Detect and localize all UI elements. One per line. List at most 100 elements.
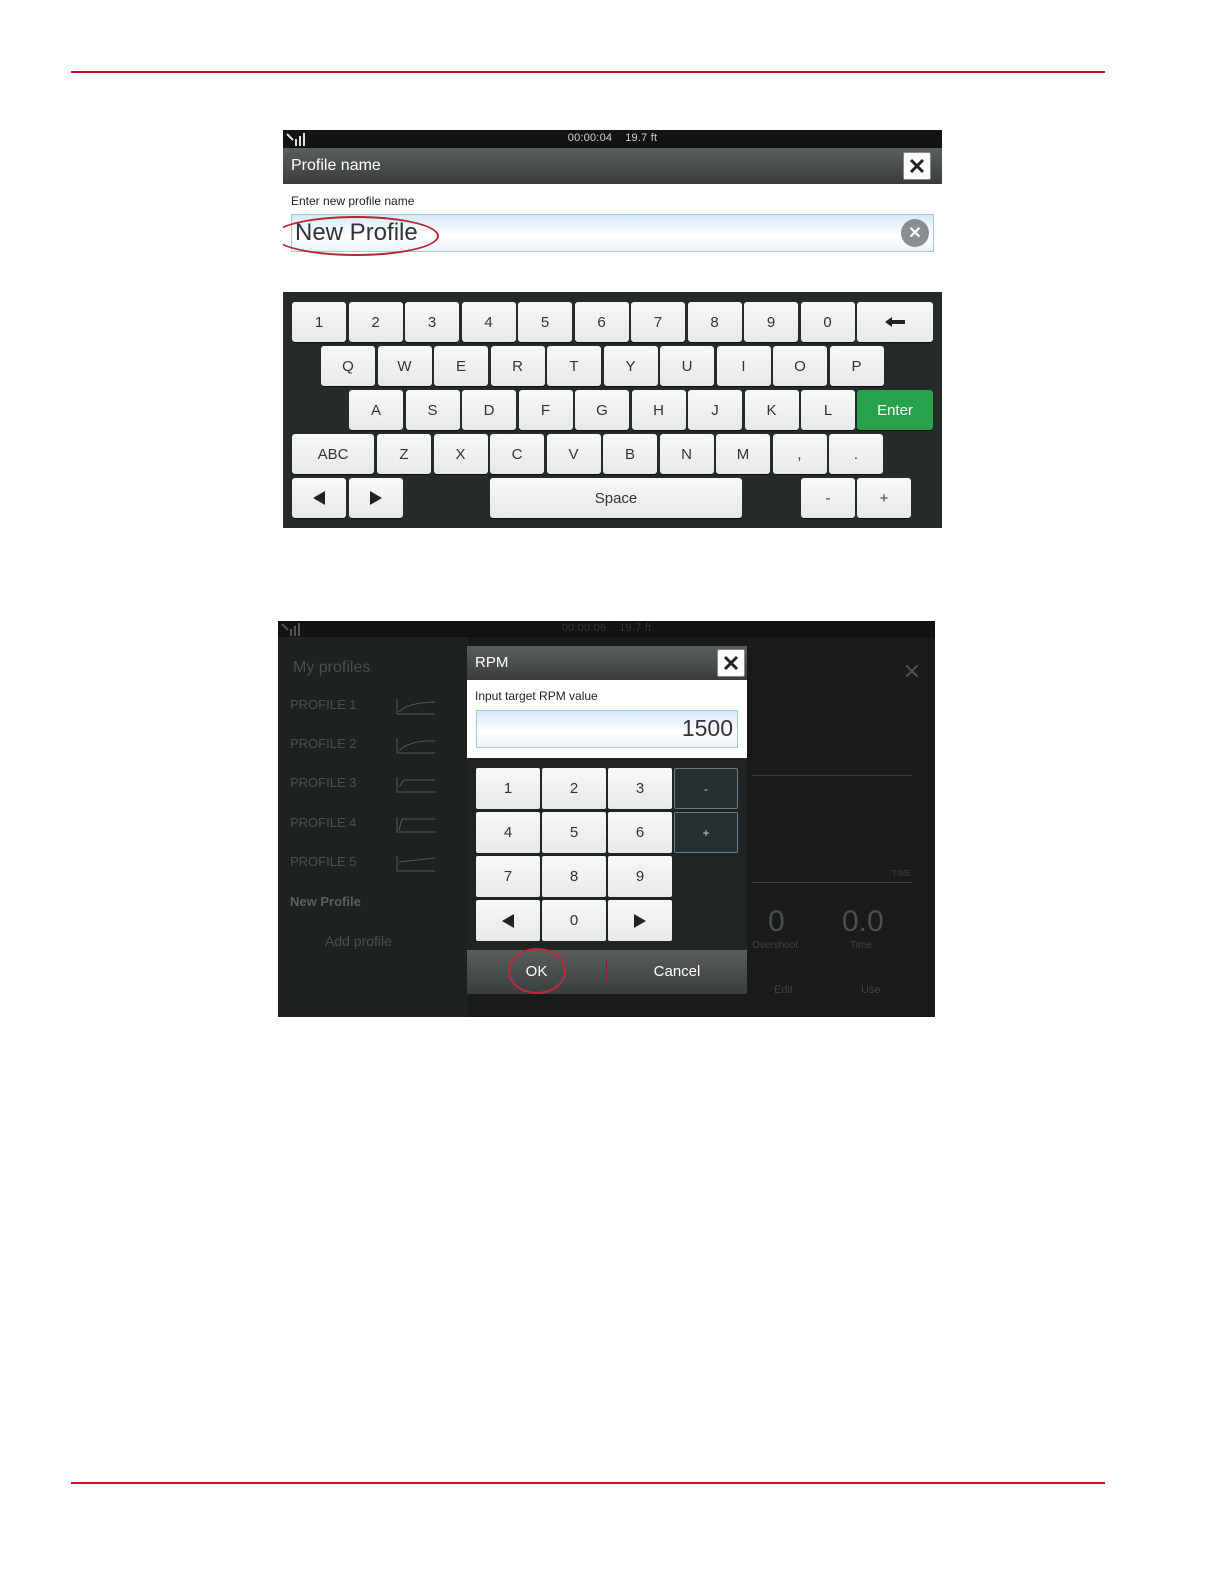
plus-key[interactable]: + bbox=[674, 812, 738, 853]
cursor-right-key[interactable] bbox=[608, 900, 672, 941]
key[interactable]: G bbox=[575, 390, 629, 430]
page-bottom-rule bbox=[71, 1482, 1105, 1484]
profile-detail-panel: ✕ TIME 0 Overshoot 0.0 Time Edit Use bbox=[748, 637, 935, 1017]
cursor-left-key[interactable] bbox=[292, 478, 346, 518]
key[interactable]: 6 bbox=[574, 302, 629, 342]
key[interactable]: T bbox=[547, 346, 601, 386]
status-time: 00:00:06 bbox=[561, 622, 607, 634]
key[interactable]: X bbox=[433, 434, 488, 474]
key[interactable]: R bbox=[490, 346, 545, 386]
graph-curve-line bbox=[752, 775, 912, 776]
minus-key[interactable]: - bbox=[801, 478, 855, 518]
profile-curve-icon bbox=[396, 777, 435, 793]
use-button[interactable]: Use bbox=[861, 984, 881, 996]
space-key[interactable]: Space bbox=[490, 478, 742, 518]
time-value: 0.0 bbox=[842, 905, 884, 938]
key[interactable]: D bbox=[462, 390, 516, 430]
key[interactable]: I bbox=[716, 346, 771, 386]
minus-key[interactable]: - bbox=[674, 768, 738, 809]
key[interactable]: 1 bbox=[292, 302, 346, 342]
close-icon bbox=[909, 158, 925, 174]
clear-input-icon[interactable]: ✕ bbox=[901, 219, 929, 247]
plus-key[interactable]: + bbox=[857, 478, 911, 518]
cursor-left-key[interactable] bbox=[476, 900, 540, 941]
add-profile-button[interactable]: Add profile bbox=[325, 933, 392, 949]
key[interactable]: 8 bbox=[687, 302, 742, 342]
key[interactable]: 0 bbox=[800, 302, 855, 342]
numpad-key[interactable]: 4 bbox=[476, 812, 540, 853]
page-top-rule bbox=[71, 71, 1105, 73]
numpad-key[interactable]: 3 bbox=[608, 768, 672, 809]
key[interactable]: S bbox=[405, 390, 460, 430]
key[interactable]: U bbox=[660, 346, 714, 386]
key[interactable]: Y bbox=[603, 346, 658, 386]
key[interactable]: O bbox=[773, 346, 827, 386]
numpad-key[interactable]: 5 bbox=[542, 812, 606, 853]
key[interactable]: L bbox=[801, 390, 855, 430]
numpad-key[interactable]: 9 bbox=[608, 856, 672, 897]
key[interactable]: C bbox=[490, 434, 544, 474]
key[interactable]: K bbox=[744, 390, 799, 430]
profile-label: PROFILE 2 bbox=[290, 736, 357, 751]
prompt-label: Input target RPM value bbox=[475, 689, 598, 703]
enter-key[interactable]: Enter bbox=[857, 390, 933, 430]
profile-label: PROFILE 1 bbox=[290, 697, 357, 712]
cancel-button[interactable]: Cancel bbox=[607, 950, 747, 994]
profile-curve-icon bbox=[396, 817, 435, 833]
key[interactable]: 3 bbox=[405, 302, 459, 342]
edit-button[interactable]: Edit bbox=[774, 984, 793, 996]
profiles-title: My profiles bbox=[293, 659, 371, 676]
overshoot-label: Overshoot bbox=[752, 940, 799, 951]
backspace-key[interactable] bbox=[857, 302, 933, 342]
numpad-key[interactable]: 1 bbox=[476, 768, 540, 809]
key[interactable]: Z bbox=[377, 434, 431, 474]
prompt-area: Input target RPM value 1500 bbox=[467, 680, 747, 758]
status-bar: 00:00:04 19.7 ft bbox=[283, 130, 942, 148]
profile-name-screen: 00:00:04 19.7 ft Profile name Enter new … bbox=[283, 130, 942, 528]
profile-curve-icon bbox=[396, 738, 436, 754]
abc-key[interactable]: ABC bbox=[292, 434, 374, 474]
key[interactable]: M bbox=[716, 434, 770, 474]
key[interactable]: N bbox=[659, 434, 714, 474]
overshoot-value: 0 bbox=[768, 905, 785, 938]
close-button[interactable] bbox=[903, 152, 931, 180]
key[interactable]: H bbox=[631, 390, 686, 430]
close-button[interactable] bbox=[717, 649, 745, 677]
on-screen-keyboard: 1234567890 QWERTYUIOP ASDFGHJKL Enter AB… bbox=[283, 292, 942, 528]
key[interactable]: J bbox=[688, 390, 742, 430]
graph-axis-label: TIME bbox=[892, 869, 912, 878]
key[interactable]: . bbox=[829, 434, 883, 474]
key[interactable]: 4 bbox=[461, 302, 516, 342]
key[interactable]: W bbox=[377, 346, 432, 386]
key[interactable]: 9 bbox=[744, 302, 798, 342]
ok-callout-ellipse bbox=[508, 948, 566, 994]
numpad-key[interactable]: 2 bbox=[542, 768, 606, 809]
numpad-key[interactable]: 7 bbox=[476, 856, 540, 897]
key[interactable]: F bbox=[518, 390, 573, 430]
prompt-label: Enter new profile name bbox=[291, 194, 415, 208]
profile-curve-icon bbox=[396, 699, 436, 715]
key[interactable]: 2 bbox=[348, 302, 403, 342]
profiles-panel: My profiles PROFILE 1 PROFILE 2 PROFILE … bbox=[278, 637, 468, 1017]
cursor-right-key[interactable] bbox=[349, 478, 403, 518]
key[interactable]: , bbox=[772, 434, 827, 474]
profile-label: PROFILE 3 bbox=[290, 775, 357, 790]
graph-axis bbox=[752, 882, 912, 883]
key[interactable]: A bbox=[349, 390, 403, 430]
key[interactable]: Q bbox=[321, 346, 375, 386]
profile-curve-icon bbox=[396, 856, 436, 872]
status-depth: 19.7 ft bbox=[625, 132, 658, 144]
key[interactable]: E bbox=[434, 346, 488, 386]
key[interactable]: 5 bbox=[518, 302, 572, 342]
key[interactable]: V bbox=[546, 434, 601, 474]
numpad-key[interactable]: 6 bbox=[608, 812, 672, 853]
close-icon[interactable]: ✕ bbox=[903, 659, 921, 685]
numpad-key[interactable]: 0 bbox=[542, 900, 606, 941]
key[interactable]: 7 bbox=[631, 302, 685, 342]
key[interactable]: B bbox=[603, 434, 657, 474]
status-depth: 19.7 ft bbox=[619, 622, 652, 634]
rpm-input[interactable]: 1500 bbox=[476, 710, 738, 748]
numpad-key[interactable]: 8 bbox=[542, 856, 606, 897]
dialog-title: Profile name bbox=[291, 157, 381, 174]
key[interactable]: P bbox=[829, 346, 884, 386]
